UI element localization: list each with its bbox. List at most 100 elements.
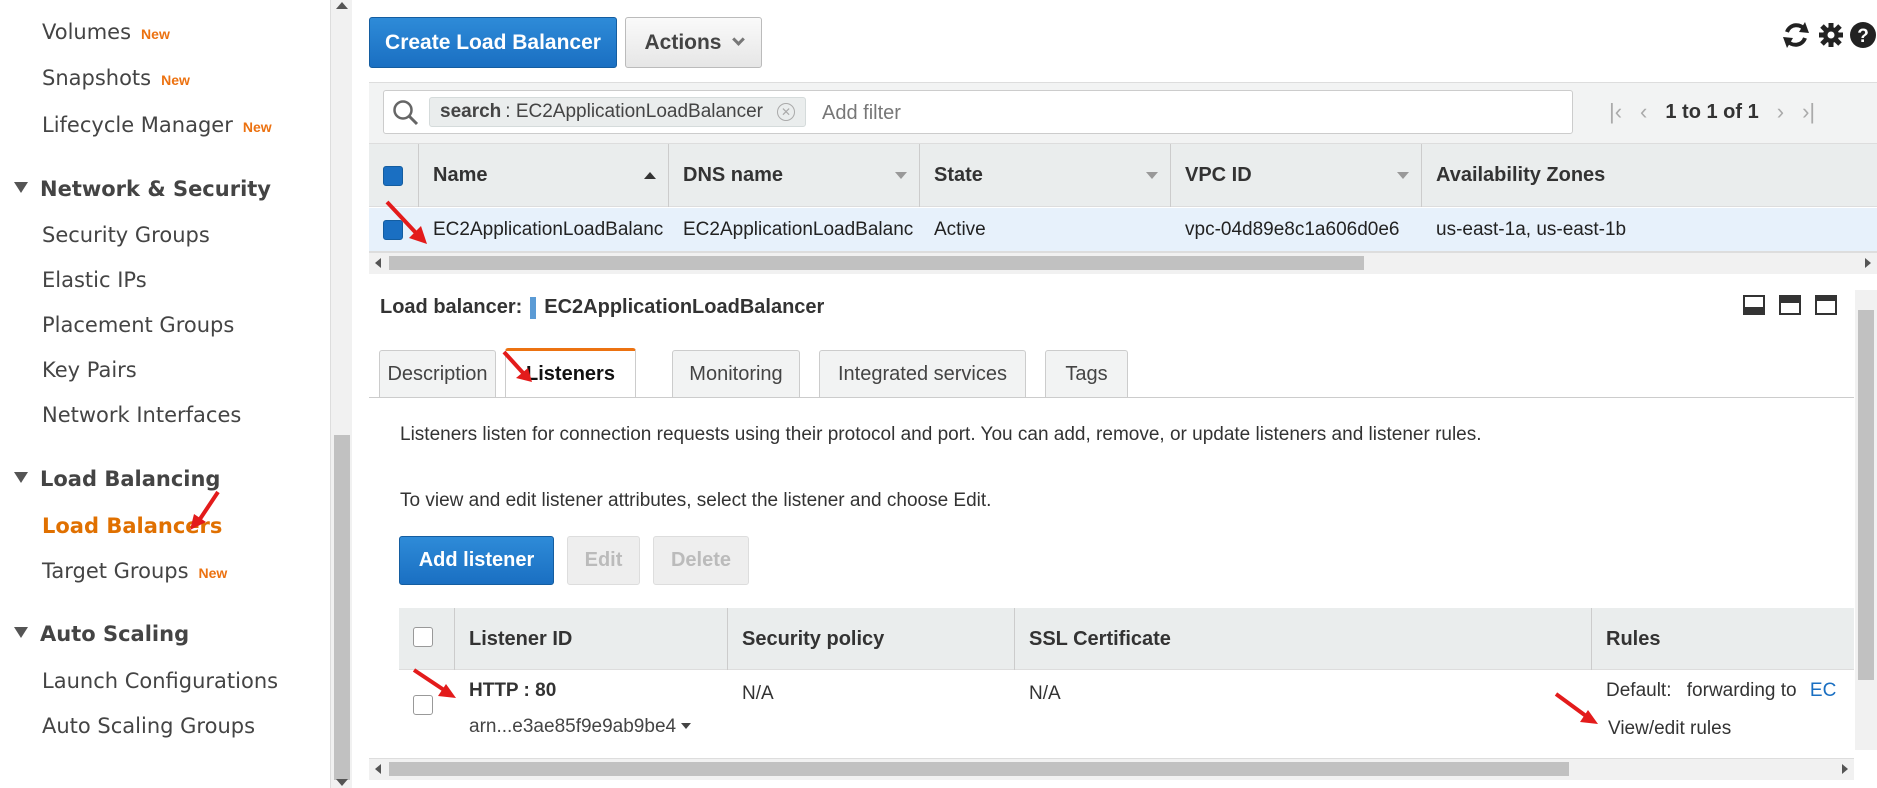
add-filter-input[interactable] <box>822 99 1562 127</box>
scrollbar-thumb[interactable] <box>1858 310 1874 680</box>
section-network-security[interactable]: Network & Security <box>14 177 271 201</box>
column-availability-zones[interactable]: Availability Zones <box>1422 144 1877 207</box>
sidebar-scrollbar[interactable] <box>330 0 352 788</box>
layout-split-icon[interactable] <box>1779 295 1801 315</box>
section-auto-scaling[interactable]: Auto Scaling <box>14 622 189 646</box>
scroll-right-icon[interactable] <box>1865 258 1871 268</box>
detail-vscrollbar[interactable] <box>1855 290 1877 750</box>
sidebar-item-security-groups[interactable]: Security Groups <box>42 223 210 247</box>
sidebar-item-target-groups[interactable]: Target Groups New <box>42 559 227 583</box>
scrollbar-thumb[interactable] <box>334 435 350 780</box>
column-label: Availability Zones <box>1436 164 1606 186</box>
select-all-cell <box>399 608 455 670</box>
column-listener-id[interactable]: Listener ID <box>455 608 728 670</box>
pager-text: 1 to 1 of 1 <box>1665 100 1759 123</box>
sidebar-item-launch-configurations[interactable]: Launch Configurations <box>42 669 278 693</box>
listeners-hscrollbar[interactable] <box>369 758 1854 780</box>
sort-icon <box>1146 172 1158 179</box>
target-group-link[interactable]: EC <box>1810 680 1836 701</box>
scroll-right-icon[interactable] <box>1842 764 1848 774</box>
column-security-policy[interactable]: Security policy <box>728 608 1015 670</box>
column-label: VPC ID <box>1185 164 1252 186</box>
row-checkbox[interactable] <box>383 220 403 240</box>
lb-table-hscrollbar[interactable] <box>369 252 1877 274</box>
lb-table-row[interactable]: EC2ApplicationLoadBalancer EC2Applicatio… <box>369 208 1877 252</box>
scroll-left-icon[interactable] <box>375 258 381 268</box>
scrollbar-thumb[interactable] <box>389 762 1569 776</box>
prev-page-icon[interactable]: ‹ <box>1640 99 1647 125</box>
sort-icon <box>1397 172 1409 179</box>
view-edit-rules-link[interactable]: View/edit rules <box>1608 718 1731 740</box>
search-box[interactable]: search : EC2ApplicationLoadBalancer ✕ <box>383 90 1573 134</box>
sidebar: Volumes New Snapshots New Lifecycle Manage… <box>0 0 330 788</box>
tab-monitoring[interactable]: Monitoring <box>672 350 800 398</box>
gear-icon[interactable] <box>1817 21 1845 49</box>
detail-lb-name: EC2ApplicationLoadBalancer <box>544 296 825 318</box>
edit-button[interactable]: Edit <box>567 536 640 585</box>
security-policy-cell: N/A <box>742 683 774 704</box>
sort-asc-icon <box>644 172 656 179</box>
scroll-up-icon[interactable] <box>336 2 348 9</box>
tab-tags[interactable]: Tags <box>1045 350 1128 398</box>
actions-label: Actions <box>644 30 722 54</box>
select-all-checkbox[interactable] <box>383 166 403 186</box>
column-rules[interactable]: Rules <box>1592 608 1854 670</box>
scroll-down-icon[interactable] <box>336 779 348 786</box>
scroll-left-icon[interactable] <box>375 764 381 774</box>
layout-top-icon[interactable] <box>1815 295 1837 315</box>
listener-id: HTTP : 80 <box>469 680 557 701</box>
detail-title: Load balancer: EC2ApplicationLoadBalance… <box>380 296 824 319</box>
search-token[interactable]: search : EC2ApplicationLoadBalancer ✕ <box>429 97 807 127</box>
sidebar-item-label: Target Groups <box>42 559 189 583</box>
listeners-description: Listeners listen for connection requests… <box>400 424 1482 445</box>
sidebar-item-snapshots[interactable]: Snapshots New <box>42 66 190 90</box>
column-ssl-certificate[interactable]: SSL Certificate <box>1015 608 1592 670</box>
lb-vpc-cell: vpc-04d89e8c1a606d0e6 <box>1185 219 1400 240</box>
lb-dns-cell: EC2ApplicationLoadBalance… <box>683 219 913 240</box>
column-label: Name <box>433 164 488 186</box>
filter-bar: search : EC2ApplicationLoadBalancer ✕ |‹ … <box>369 82 1877 144</box>
first-page-icon[interactable]: |‹ <box>1609 99 1622 125</box>
listener-row[interactable]: HTTP : 80 arn...e3ae85f9e9ab9be4 N/A N/A… <box>399 670 1854 750</box>
sort-icon <box>895 172 907 179</box>
chevron-down-icon <box>731 33 745 46</box>
section-load-balancing[interactable]: Load Balancing <box>14 467 220 491</box>
last-page-icon[interactable]: ›| <box>1802 99 1815 125</box>
row-checkbox[interactable] <box>413 695 433 715</box>
column-vpc-id[interactable]: VPC ID <box>1171 144 1422 207</box>
refresh-icon[interactable] <box>1779 18 1813 52</box>
tab-listeners[interactable]: Listeners <box>505 348 636 398</box>
layout-bottom-icon[interactable] <box>1743 295 1765 315</box>
column-state[interactable]: State <box>920 144 1171 207</box>
lb-name-cell: EC2ApplicationLoadBalancer <box>433 219 663 240</box>
add-listener-button[interactable]: Add listener <box>399 536 554 585</box>
layout-icons <box>1743 295 1837 315</box>
lb-table-header: Name DNS name State VPC ID Availability … <box>369 144 1877 207</box>
caret-down-icon <box>14 627 28 638</box>
caret-down-icon <box>14 472 28 483</box>
detail-label: Load balancer: <box>380 296 523 318</box>
create-load-balancer-button[interactable]: Create Load Balancer <box>369 17 617 68</box>
tab-description[interactable]: Description <box>379 350 496 398</box>
listener-arn[interactable]: arn...e3ae85f9e9ab9be4 <box>469 716 692 738</box>
sidebar-item-lifecycle-manager[interactable]: Lifecycle Manager New <box>42 113 272 137</box>
select-all-checkbox[interactable] <box>413 627 433 647</box>
sidebar-item-placement-groups[interactable]: Placement Groups <box>42 313 234 337</box>
remove-token-icon[interactable]: ✕ <box>777 103 796 121</box>
column-dns-name[interactable]: DNS name <box>669 144 920 207</box>
sidebar-item-key-pairs[interactable]: Key Pairs <box>42 358 137 382</box>
sidebar-item-label: Snapshots <box>42 66 152 90</box>
sidebar-item-elastic-ips[interactable]: Elastic IPs <box>42 268 147 292</box>
sidebar-item-network-interfaces[interactable]: Network Interfaces <box>42 403 241 427</box>
column-name[interactable]: Name <box>419 144 669 207</box>
actions-button[interactable]: Actions <box>625 17 762 68</box>
scrollbar-thumb[interactable] <box>389 256 1364 270</box>
section-title: Load Balancing <box>40 467 221 491</box>
sidebar-item-volumes[interactable]: Volumes New <box>42 20 170 44</box>
tab-integrated-services[interactable]: Integrated services <box>819 350 1026 398</box>
delete-button[interactable]: Delete <box>653 536 749 585</box>
help-icon[interactable]: ? <box>1849 21 1877 49</box>
sidebar-item-load-balancers[interactable]: Load Balancers <box>42 514 222 538</box>
sidebar-item-auto-scaling-groups[interactable]: Auto Scaling Groups <box>42 714 255 738</box>
next-page-icon[interactable]: › <box>1777 99 1784 125</box>
